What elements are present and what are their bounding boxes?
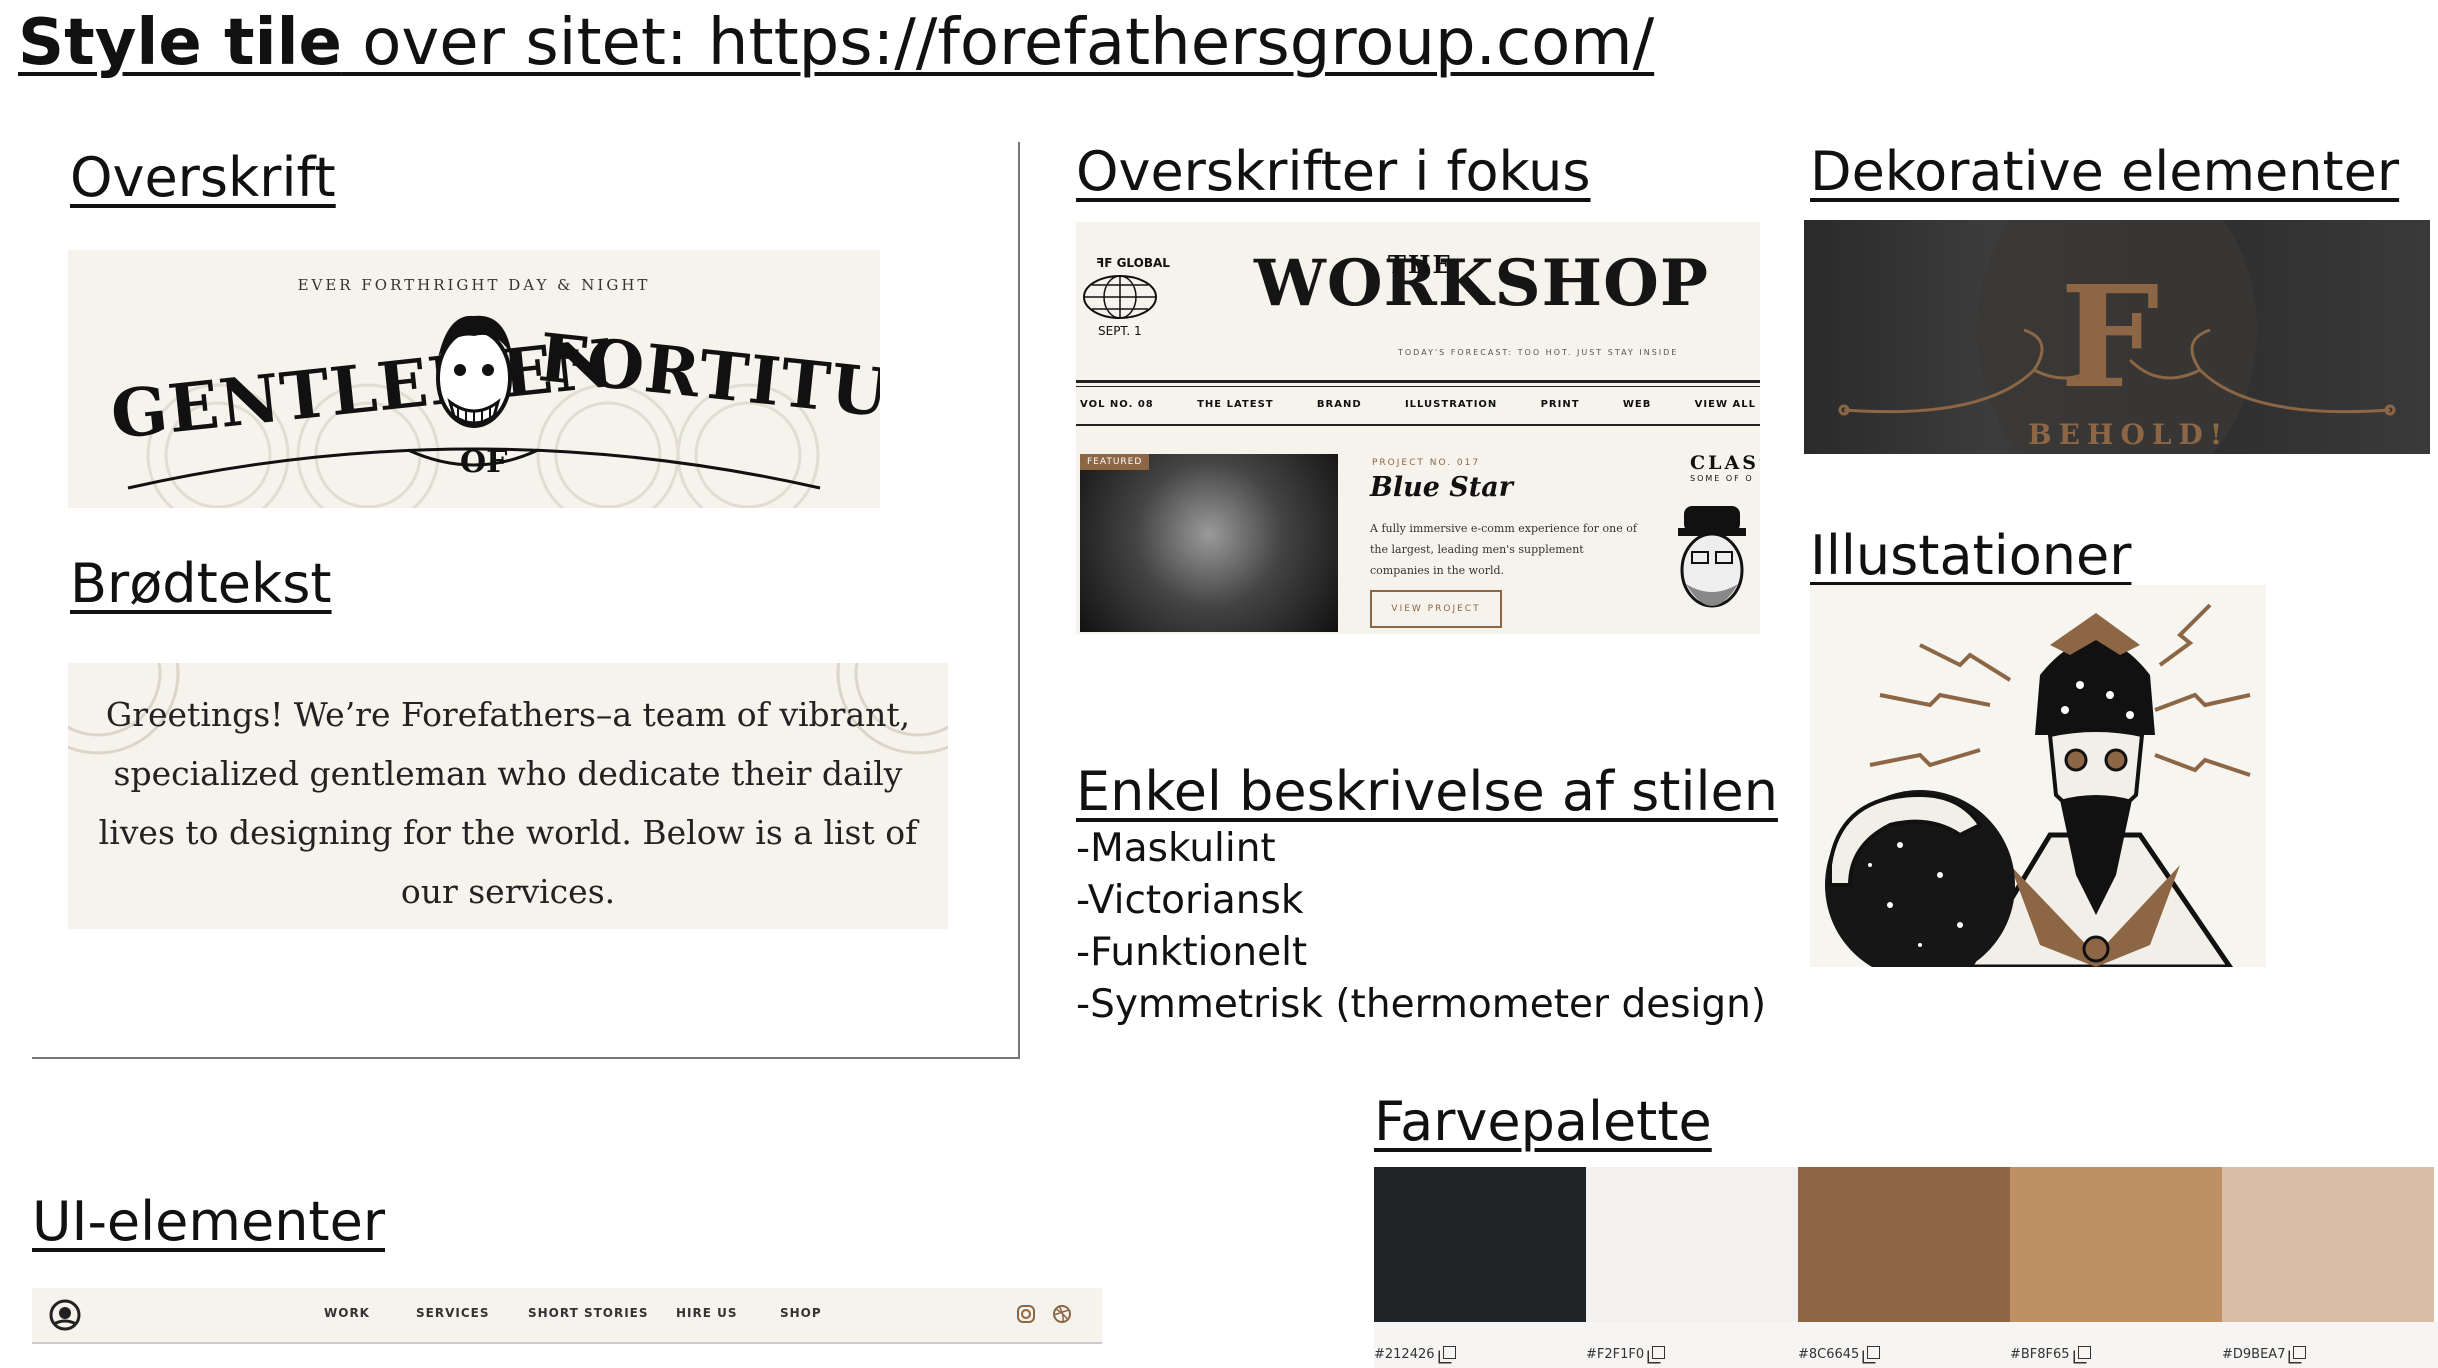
section-heading-overskrifter-i-fokus: Overskrifter i fokus (1076, 140, 1591, 203)
frame-divider-vertical (1018, 142, 1020, 1058)
headline-word-of: OF (460, 445, 508, 480)
color-hex-label: #212426 (1374, 1346, 1456, 1362)
ui-navbar-sample: WORK SERVICES SHORT STORIES HIRE US SHOP (32, 1288, 1102, 1344)
color-hex-text: #F2F1F0 (1586, 1347, 1645, 1362)
workshop-nav-item[interactable]: PRINT (1541, 399, 1580, 410)
workshop-rule (1076, 380, 1760, 383)
project-description: A fully immersive e-comm experience for … (1370, 522, 1637, 577)
copy-icon[interactable] (2293, 1346, 2307, 1359)
gentleman-face-icon (436, 315, 512, 428)
workshop-rule (1076, 386, 1760, 387)
view-project-button[interactable]: VIEW PROJECT (1370, 590, 1502, 628)
color-hex-label: #D9BEA7 (2222, 1346, 2307, 1362)
decorative-sample-image: F BEHOLD! (1804, 220, 2430, 454)
project-title: Blue Star (1370, 472, 1513, 503)
workshop-nav: VOL NO. 08 THE LATEST BRAND ILLUSTRATION… (1076, 399, 1760, 410)
color-swatch (2010, 1167, 2222, 1322)
color-swatch (1798, 1167, 2010, 1322)
page-title: Style tile over sitet: https://forefathe… (18, 6, 1654, 80)
style-description-item: -Maskulint (1076, 826, 1276, 871)
section-heading-overskrift: Overskrift (70, 146, 336, 209)
style-description-item: -Funktionelt (1076, 930, 1308, 975)
workshop-nav-item: VOL NO. 08 (1080, 399, 1154, 410)
color-hex-label: #BF8F65 (2010, 1346, 2091, 1362)
section-heading-dekorative-elementer: Dekorative elementer (1810, 140, 2400, 203)
style-description-item: -Victoriansk (1076, 878, 1304, 923)
workshop-sample-image: ꟻF GLOBAL SEPT. 1 WORKSHOP THE TODAY'S F… (1076, 222, 1760, 634)
side-title: CLASS (1690, 452, 1760, 474)
project-number: PROJECT NO. 017 (1372, 458, 1481, 468)
color-hex-text: #8C6645 (1798, 1347, 1860, 1362)
nav-item-services[interactable]: SERVICES (416, 1306, 489, 1320)
page-title-rest: over sitet: https://forefathersgroup.com… (341, 6, 1655, 80)
workshop-rule (1076, 424, 1760, 426)
headline-sample-image: EVER FORTHRIGHT DAY & NIGHT GENTLEMEN FO… (68, 250, 880, 508)
copy-icon[interactable] (1442, 1346, 1456, 1359)
color-swatch (2222, 1167, 2434, 1322)
workshop-nav-item[interactable]: BRAND (1317, 399, 1362, 410)
color-swatch (1586, 1167, 1798, 1322)
workshop-nav-item[interactable]: ILLUSTRATION (1405, 399, 1497, 410)
nav-item-work[interactable]: WORK (324, 1306, 370, 1320)
workshop-nav-item[interactable]: THE LATEST (1197, 399, 1274, 410)
style-description-item: -Symmetrisk (thermometer design) (1076, 982, 1767, 1027)
color-hex-label: #8C6645 (1798, 1346, 1881, 1362)
workshop-the: THE (1388, 250, 1453, 279)
color-swatch (1374, 1167, 1586, 1322)
color-hex-label: #F2F1F0 (1586, 1346, 1666, 1362)
section-heading-brodtekst: Brødtekst (70, 552, 332, 615)
behold-text: BEHOLD! (2028, 418, 2230, 451)
headline-tagline: EVER FORTHRIGHT DAY & NIGHT (297, 276, 651, 294)
ornamental-letter: F (2060, 256, 2160, 420)
featured-photo (1080, 454, 1338, 632)
workshop-date: SEPT. 1 (1098, 324, 1142, 338)
body-sample-paragraph: Greetings! We’re Forefathers–a team of v… (98, 695, 918, 911)
nav-item-shop[interactable]: SHOP (780, 1306, 822, 1320)
fortune-teller-icon (1825, 603, 2251, 967)
section-heading-illustationer: Illustationer (1810, 524, 2132, 587)
workshop-nav-item[interactable]: VIEW ALL (1695, 399, 1756, 410)
copy-icon[interactable] (1867, 1346, 1881, 1359)
frame-divider-horizontal (32, 1057, 1020, 1059)
workshop-tagline: TODAY'S FORECAST: TOO HOT. JUST STAY INS… (1398, 348, 1679, 357)
color-hex-text: #212426 (1374, 1347, 1435, 1362)
color-hex-text: #D9BEA7 (2222, 1347, 2286, 1362)
nav-item-hire-us[interactable]: HIRE US (676, 1306, 738, 1320)
workshop-title: WORKSHOP (1254, 246, 1709, 321)
logo-icon[interactable] (48, 1298, 82, 1332)
workshop-nav-item[interactable]: WEB (1623, 399, 1651, 410)
featured-badge: FEATURED (1080, 454, 1150, 470)
illustration-sample (1810, 585, 2266, 967)
copy-icon[interactable] (2077, 1346, 2091, 1359)
workshop-brand: ꟻF GLOBAL (1096, 256, 1170, 270)
side-subtitle: SOME OF O (1690, 474, 1754, 483)
instagram-icon[interactable] (1016, 1304, 1036, 1324)
body-text-sample-image: Greetings! We’re Forefathers–a team of v… (68, 663, 948, 929)
section-heading-ui-elementer: UI-elementer (32, 1190, 386, 1253)
page-title-bold: Style tile (18, 6, 342, 80)
copy-icon[interactable] (1652, 1346, 1666, 1359)
nav-item-short-stories[interactable]: SHORT STORIES (528, 1306, 649, 1320)
bearded-man-icon (1678, 506, 1746, 608)
color-hex-text: #BF8F65 (2010, 1347, 2070, 1362)
section-heading-beskrivelse: Enkel beskrivelse af stilen (1076, 760, 1778, 823)
section-heading-farvepalette: Farvepalette (1374, 1090, 1712, 1153)
dribbble-icon[interactable] (1052, 1304, 1072, 1324)
globe-icon (1083, 275, 1157, 319)
